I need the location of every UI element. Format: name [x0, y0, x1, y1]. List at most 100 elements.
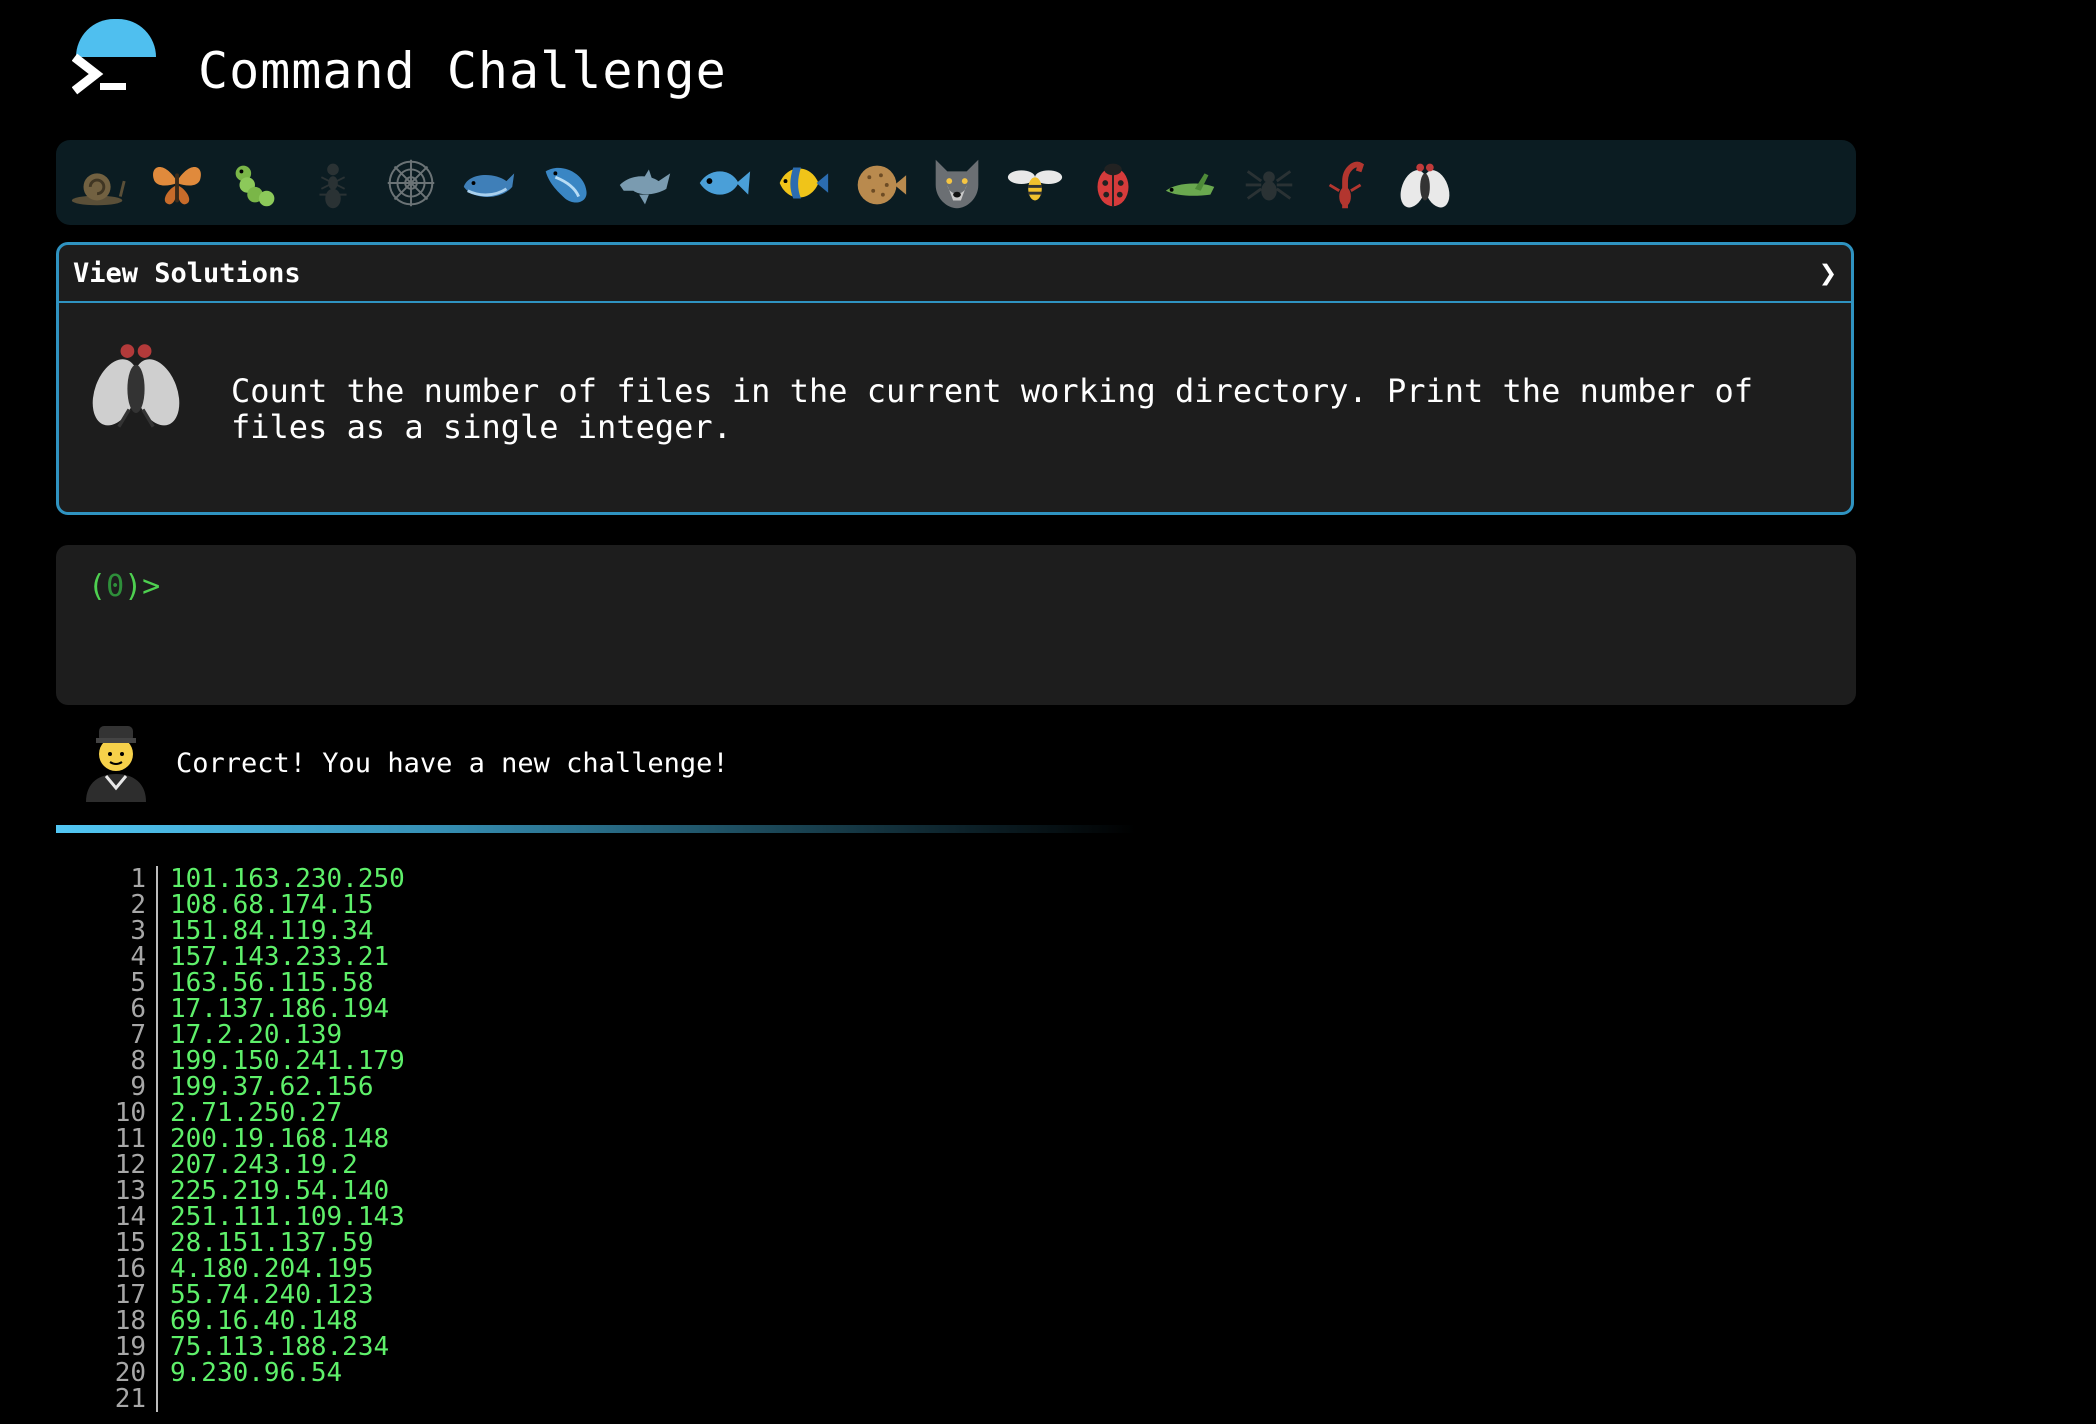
feedback-message: Correct! You have a new challenge!: [176, 748, 729, 779]
line-number: 8: [110, 1048, 158, 1074]
view-solutions-label: View Solutions: [73, 257, 301, 289]
line-number: 12: [110, 1152, 158, 1178]
snail-icon[interactable]: [64, 148, 134, 218]
spider-web-icon[interactable]: [376, 148, 446, 218]
whale-icon[interactable]: [454, 148, 524, 218]
line-number: 6: [110, 996, 158, 1022]
output-line: 3 151.84.119.34: [110, 918, 910, 944]
line-text: 108.68.174.15: [170, 890, 374, 920]
line-number: 4: [110, 944, 158, 970]
line-number: 20: [110, 1360, 158, 1386]
line-number: 3: [110, 918, 158, 944]
line-text: 2.71.250.27: [170, 1098, 343, 1128]
fish-icon[interactable]: [688, 148, 758, 218]
line-number: 17: [110, 1282, 158, 1308]
output-line: 2 108.68.174.15: [110, 892, 910, 918]
line-text: 75.113.188.234: [170, 1332, 390, 1362]
line-text: 199.150.241.179: [170, 1046, 405, 1076]
terminal-prompt: (0)>: [88, 569, 161, 604]
output-line: 14 251.111.109.143: [110, 1204, 910, 1230]
challenge-icon-bar: [56, 140, 1856, 225]
line-number: 7: [110, 1022, 158, 1048]
line-number: 16: [110, 1256, 158, 1282]
ladybug-icon[interactable]: [1078, 148, 1148, 218]
line-text: 199.37.62.156: [170, 1072, 374, 1102]
line-text: 163.56.115.58: [170, 968, 374, 998]
line-number: 2: [110, 892, 158, 918]
line-number: 14: [110, 1204, 158, 1230]
cricket-icon[interactable]: [1156, 148, 1226, 218]
output-line: 17 55.74.240.123: [110, 1282, 910, 1308]
line-text: 17.137.186.194: [170, 994, 390, 1024]
bee-icon[interactable]: [1000, 148, 1070, 218]
butterfly-icon[interactable]: [142, 148, 212, 218]
output-line: 9 199.37.62.156: [110, 1074, 910, 1100]
fly-icon: [92, 344, 180, 428]
terminal-prompt-icon: [72, 53, 126, 95]
line-text: 4.180.204.195: [170, 1254, 374, 1284]
spider-icon[interactable]: [1234, 148, 1304, 218]
line-number: 13: [110, 1178, 158, 1204]
guide-avatar-icon: [86, 726, 146, 802]
scorpion-icon[interactable]: [1312, 148, 1382, 218]
chevron-right-icon: ❯: [1818, 255, 1837, 291]
line-text: 151.84.119.34: [170, 916, 374, 946]
output-line: 4 157.143.233.21: [110, 944, 910, 970]
command-output: 1 101.163.230.250 2 108.68.174.15 3 151.84.11…: [110, 866, 910, 1412]
progress-fill: [56, 825, 1136, 833]
fly-icon[interactable]: [1390, 148, 1460, 218]
output-line: 5 163.56.115.58: [110, 970, 910, 996]
line-number: 19: [110, 1334, 158, 1360]
line-number: 1: [110, 866, 158, 892]
output-line: 12 207.243.19.2: [110, 1152, 910, 1178]
view-solutions-toggle[interactable]: View Solutions ❯: [59, 245, 1851, 303]
line-text: [158, 1386, 170, 1412]
terminal-input-area[interactable]: (0)>: [56, 545, 1856, 705]
line-text: 200.19.168.148: [170, 1124, 390, 1154]
challenge-description: Count the number of files in the current…: [231, 372, 1753, 446]
output-line: 8 199.150.241.179: [110, 1048, 910, 1074]
output-line: 18 69.16.40.148: [110, 1308, 910, 1334]
output-line: 21: [110, 1386, 910, 1412]
whale-2-icon[interactable]: [532, 148, 602, 218]
line-text: 251.111.109.143: [170, 1202, 405, 1232]
line-text: 157.143.233.21: [170, 942, 390, 972]
line-text: 17.2.20.139: [170, 1020, 343, 1050]
output-line: 20 9.230.96.54: [110, 1360, 910, 1386]
command-input[interactable]: [216, 565, 1820, 607]
tropical-fish-icon[interactable]: [766, 148, 836, 218]
line-text: 28.151.137.59: [170, 1228, 374, 1258]
line-text: 55.74.240.123: [170, 1280, 374, 1310]
dolphin-icon[interactable]: [610, 148, 680, 218]
line-number: 18: [110, 1308, 158, 1334]
caterpillar-icon[interactable]: [220, 148, 290, 218]
output-line: 7 17.2.20.139: [110, 1022, 910, 1048]
ant-icon[interactable]: [298, 148, 368, 218]
line-text: 225.219.54.140: [170, 1176, 390, 1206]
blowfish-icon[interactable]: [844, 148, 914, 218]
wolf-icon[interactable]: [922, 148, 992, 218]
line-text: 101.163.230.250: [170, 864, 405, 894]
line-text: 9.230.96.54: [170, 1358, 343, 1388]
line-number: 9: [110, 1074, 158, 1100]
challenge-body: Count the number of files in the current…: [59, 303, 1851, 512]
line-text: 207.243.19.2: [170, 1150, 358, 1180]
line-text: 69.16.40.148: [170, 1306, 358, 1336]
line-number: 5: [110, 970, 158, 996]
line-number: 10: [110, 1100, 158, 1126]
output-line: 6 17.137.186.194: [110, 996, 910, 1022]
app-logo[interactable]: [70, 16, 160, 106]
progress-bar: [56, 825, 1856, 833]
line-number: 11: [110, 1126, 158, 1152]
page-title: Command Challenge: [198, 42, 727, 100]
prompt-counter: 0: [106, 569, 125, 604]
output-line: 13 225.219.54.140: [110, 1178, 910, 1204]
output-line: 19 75.113.188.234: [110, 1334, 910, 1360]
output-line: 16 4.180.204.195: [110, 1256, 910, 1282]
output-line: 1 101.163.230.250: [110, 866, 910, 892]
line-number: 21: [110, 1386, 158, 1412]
output-line: 10 2.71.250.27: [110, 1100, 910, 1126]
line-number: 15: [110, 1230, 158, 1256]
output-line: 11 200.19.168.148: [110, 1126, 910, 1152]
output-line: 15 28.151.137.59: [110, 1230, 910, 1256]
